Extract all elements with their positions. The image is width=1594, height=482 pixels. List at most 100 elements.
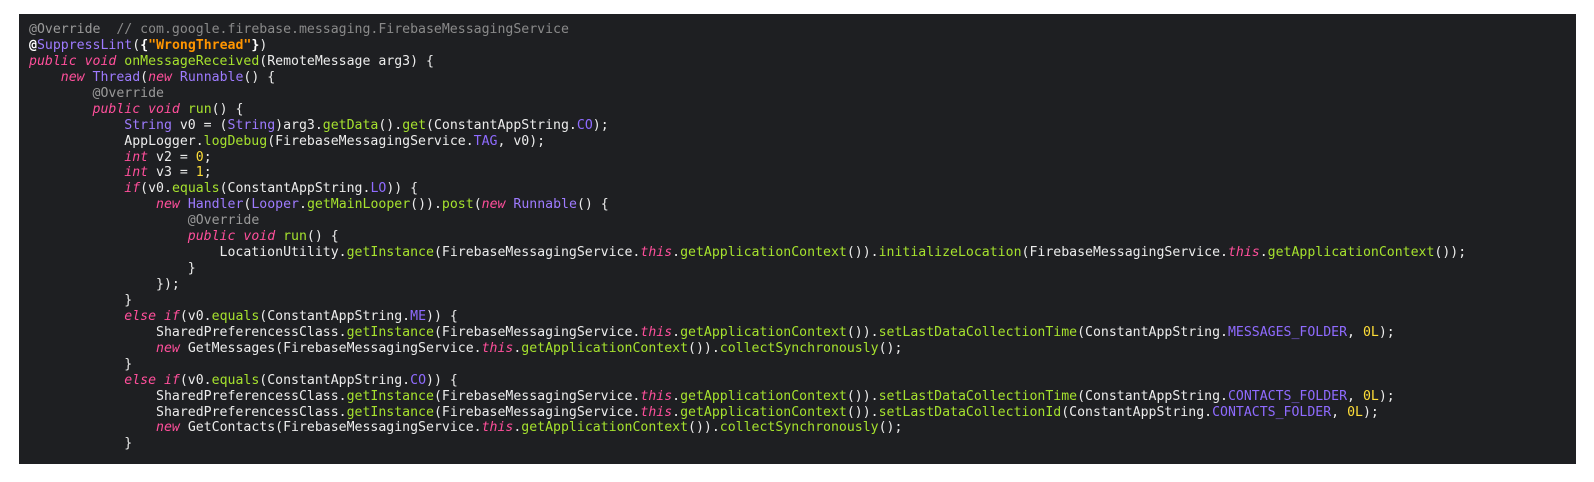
code-token-plain: } — [29, 436, 133, 452]
code-token-plain: } — [29, 261, 196, 277]
code-token-plain: (FirebaseMessagingService. — [433, 324, 641, 340]
code-token-plain: , — [1331, 404, 1348, 420]
code-token-method: getApplicationContext — [521, 340, 689, 356]
code-token-ann: @Override — [29, 22, 101, 37]
code-token-plain: ()); — [1434, 245, 1467, 261]
code-token-method: post — [441, 197, 474, 213]
code-line: int v2 = 0; — [29, 150, 1576, 166]
code-token-type: Looper — [251, 197, 299, 213]
code-token-kw: int — [124, 149, 157, 165]
code-token-num: 0L — [1347, 404, 1363, 420]
code-line: public void run() { — [29, 102, 1576, 118]
code-token-method: collectSynchronously — [719, 420, 879, 436]
code-line: public void onMessageReceived(RemoteMess… — [29, 54, 1576, 70]
code-token-plain: ; — [203, 149, 212, 165]
code-token-plain: GetContacts(FirebaseMessagingService. — [187, 420, 482, 436]
code-token-plain: )arg3. — [275, 117, 323, 133]
code-line: else if(v0.equals(ConstantAppString.ME))… — [29, 309, 1576, 325]
code-token-plain: . — [298, 197, 307, 213]
code-token-plain: (); — [878, 340, 903, 356]
code-token-plain: (). — [378, 117, 403, 133]
code-token-kw: public void — [92, 101, 188, 117]
code-token-kw: this — [640, 324, 673, 340]
code-token-plain: () { — [243, 69, 276, 85]
code-token-plain: v2 = — [156, 149, 196, 165]
code-token-kw: new — [148, 69, 180, 85]
code-token-plain: () { — [306, 229, 339, 245]
code-token-plain: GetMessages(FirebaseMessagingService. — [187, 340, 482, 356]
code-token-plain: (RemoteMessage arg3) { — [259, 53, 434, 69]
code-line: } — [29, 436, 1576, 452]
code-token-kw: else if — [124, 308, 180, 324]
code-token-type: Runnable — [513, 197, 577, 213]
code-token-plain: )) { — [426, 308, 458, 324]
code-token-method: collectSynchronously — [719, 340, 879, 356]
code-token-kw: new — [156, 197, 188, 213]
code-token-plain: )) { — [386, 181, 419, 197]
code-token-plain: AppLogger. — [29, 133, 204, 149]
code-token-plain: , — [1347, 388, 1363, 404]
code-line: String v0 = (String)arg3.getData().get(C… — [29, 118, 1576, 134]
code-token-field: CONTACTS_FOLDER — [1227, 388, 1348, 404]
code-token-method: setLastDataCollectionTime — [878, 324, 1078, 340]
code-token-field: ME — [410, 308, 427, 324]
code-line: int v3 = 1; — [29, 165, 1576, 181]
code-line: new Handler (Looper.getMainLooper()).post… — [29, 197, 1576, 213]
code-token-bold: { — [140, 37, 149, 53]
code-token-kw: public void — [29, 53, 125, 69]
code-token-method: getInstance — [346, 324, 434, 340]
code-token-num: 1 — [195, 165, 204, 181]
code-token-plain: ); — [1378, 388, 1395, 404]
code-line: } — [29, 357, 1576, 373]
code-token-method: getInstance — [346, 404, 434, 420]
code-token-plain: . — [1259, 245, 1268, 261]
code-token-plain: v0 = ( — [171, 117, 228, 133]
code-token-ann: @Override — [187, 213, 260, 229]
code-token-plain: (v0. — [179, 372, 212, 388]
code-token-plain: (FirebaseMessagingService. — [267, 133, 474, 149]
code-editor[interactable]: @Override // com.google.firebase.messagi… — [19, 14, 1576, 464]
code-line: SharedPreferencessClass.getInstance(Fire… — [29, 405, 1576, 421]
code-token-type: String — [124, 117, 172, 133]
code-token-plain: () { — [576, 197, 609, 213]
code-token-plain: (FirebaseMessagingService. — [433, 245, 641, 261]
code-token-method: getData — [322, 117, 379, 133]
code-line: }); — [29, 277, 1576, 293]
code-token-plain: ); — [1362, 404, 1379, 420]
code-token-kw: this — [640, 245, 673, 261]
code-token-kw: new — [156, 420, 188, 436]
code-token-plain: SharedPreferencessClass. — [29, 324, 347, 340]
code-token-plain: (v0. — [179, 308, 212, 324]
code-token-plain: (); — [878, 420, 903, 436]
code-token-method: getApplicationContext — [680, 404, 847, 420]
code-token-plain: LocationUtility. — [29, 245, 347, 261]
code-token-kw: new — [60, 69, 93, 85]
code-token-field: CO — [576, 117, 593, 133]
code-token-plain: SharedPreferencessClass. — [29, 388, 347, 404]
code-token-plain: ( — [140, 69, 149, 85]
code-token-field: LO — [370, 181, 387, 197]
code-token-plain: (ConstantAppString. — [1061, 404, 1213, 420]
code-token-kw: this — [640, 404, 673, 420]
code-token-method: getInstance — [346, 388, 434, 404]
code-token-field: CO — [410, 372, 427, 388]
code-token-kw: int — [124, 165, 157, 181]
code-line: new GetMessages(FirebaseMessagingService… — [29, 341, 1576, 357]
code-token-field: TAG — [473, 133, 498, 149]
code-token-plain: (ConstantAppString. — [259, 372, 411, 388]
code-token-plain: (v0. — [140, 181, 172, 197]
code-token-plain: ()). — [846, 388, 879, 404]
code-token-field: CONTACTS_FOLDER — [1212, 404, 1332, 420]
code-token-plain: (ConstantAppString. — [426, 117, 577, 133]
code-token-plain: , v0); — [497, 133, 546, 149]
code-token-type: Thread — [92, 69, 141, 85]
code-token-plain: ()). — [846, 324, 879, 340]
code-token-plain: ) — [259, 37, 268, 53]
